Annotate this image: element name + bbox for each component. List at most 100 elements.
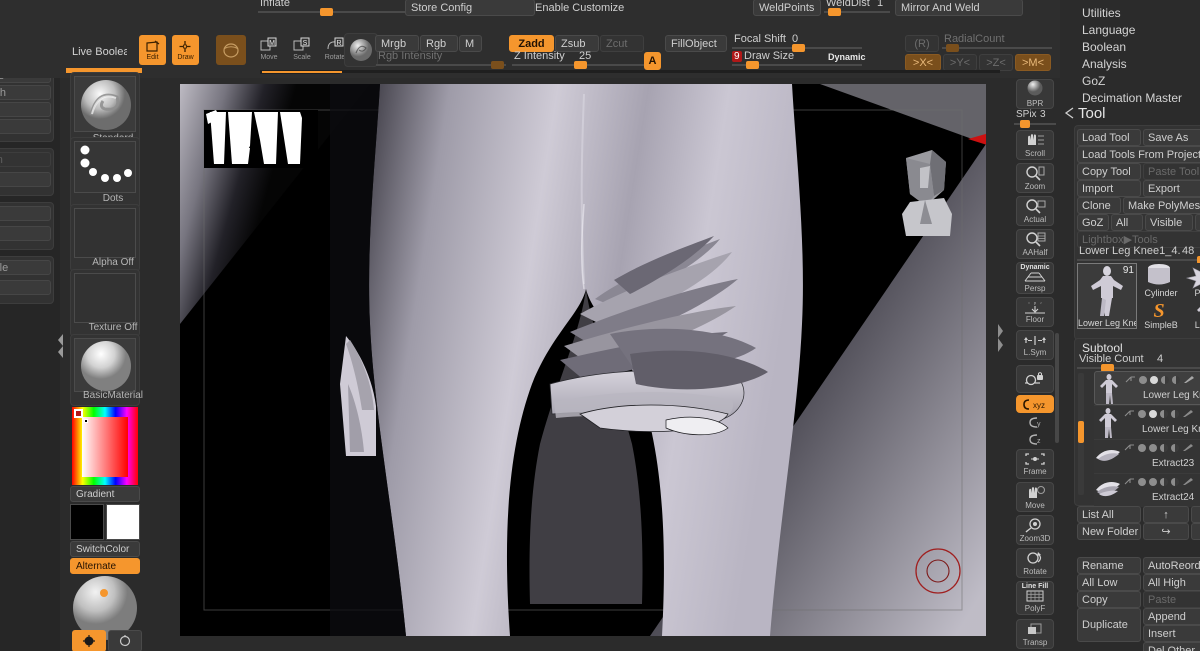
alpha-swatch[interactable]: [74, 208, 136, 258]
spix-slider[interactable]: SPix 3: [1014, 109, 1056, 128]
transparency-dot[interactable]: [1160, 477, 1168, 486]
switch-color-button[interactable]: SwitchColor: [70, 541, 140, 557]
polyframe-dot[interactable]: [1172, 375, 1180, 384]
primary-color-swatch[interactable]: [70, 504, 104, 540]
subtool-scroll-thumb[interactable]: [1078, 421, 1084, 443]
append-button[interactable]: Append: [1143, 608, 1200, 625]
light-back-button[interactable]: [108, 630, 142, 651]
left-shelf-item-visible[interactable]: Visible: [0, 260, 51, 275]
viewport-3d[interactable]: [180, 84, 986, 636]
brush-small-icon[interactable]: [1183, 375, 1195, 384]
left-shelf-item-blank-2[interactable]: [0, 119, 51, 134]
subtool-row-4-icons[interactable]: [1124, 477, 1194, 486]
rail-scrollbar[interactable]: [1055, 333, 1059, 443]
transparency-dot[interactable]: [1160, 409, 1168, 418]
clone-button[interactable]: Clone: [1077, 197, 1121, 214]
move-out-button[interactable]: ↪: [1143, 523, 1189, 540]
axis-x-button[interactable]: >X<: [905, 54, 941, 71]
left-shelf-item-blank-5[interactable]: [0, 280, 51, 295]
copy-button[interactable]: Copy: [1077, 591, 1141, 608]
aahalf-button[interactable]: AAHalf: [1016, 229, 1054, 259]
export-button[interactable]: Export: [1143, 180, 1200, 197]
rotate-3d-button[interactable]: Rotate: [1016, 548, 1054, 578]
left-shelf-item-polish[interactable]: Polish: [0, 85, 51, 100]
left-shelf-item-blank-1[interactable]: [0, 102, 51, 117]
subtool-row-2-icons[interactable]: [1124, 409, 1194, 418]
move-button[interactable]: M Move: [257, 37, 281, 65]
brush-swatch[interactable]: [74, 76, 136, 132]
edit-button[interactable]: Edit: [139, 35, 166, 65]
z-intensity-slider[interactable]: Z Intensity 25: [512, 50, 644, 69]
rgb-intensity-knob[interactable]: [491, 61, 504, 69]
draw-size-slider[interactable]: 9 Draw Size Dynamic: [732, 50, 866, 69]
alpha-a-button[interactable]: A: [644, 52, 661, 70]
transparency-dot[interactable]: [1161, 375, 1169, 384]
visible-count-slider[interactable]: Visible Count 4: [1077, 353, 1200, 372]
rotate-z-button[interactable]: z: [1016, 431, 1054, 448]
move-up-button[interactable]: ↑: [1143, 506, 1189, 523]
menu-analysis[interactable]: Analysis: [1082, 57, 1127, 71]
transp-button[interactable]: Transp: [1016, 619, 1054, 649]
load-tool-button[interactable]: Load Tool: [1077, 129, 1141, 146]
eye-icon[interactable]: [1124, 409, 1135, 418]
eye-icon[interactable]: [1124, 477, 1135, 486]
tool-thumb-active[interactable]: 91 Lower Leg Knee1: [1077, 263, 1137, 329]
move-in-button[interactable]: ↳: [1191, 523, 1200, 540]
texture-swatch[interactable]: [74, 273, 136, 323]
left-shelf-item-blank-4[interactable]: [0, 206, 51, 221]
scroll-button[interactable]: Scroll: [1016, 130, 1054, 160]
weld-dist-slider[interactable]: WeldDist 1: [824, 0, 890, 16]
transparency-dot[interactable]: [1160, 443, 1168, 452]
stroke-swatch[interactable]: [74, 141, 136, 193]
paste-button[interactable]: Paste: [1143, 591, 1200, 608]
radial-toggle-button[interactable]: (R): [905, 35, 939, 52]
move-3d-button[interactable]: Move: [1016, 482, 1054, 512]
subtool-row-3-icons[interactable]: [1124, 443, 1194, 452]
subtool-scroll-track[interactable]: [1078, 373, 1084, 495]
brush-small-icon[interactable]: [1182, 409, 1194, 418]
axis-y-button[interactable]: >Y<: [943, 54, 977, 71]
menu-decimation-master[interactable]: Decimation Master: [1082, 91, 1182, 105]
visibility-dot[interactable]: [1138, 409, 1146, 418]
list-all-button[interactable]: List All: [1077, 506, 1141, 523]
menu-boolean[interactable]: Boolean: [1082, 40, 1126, 54]
spix-knob[interactable]: [1020, 120, 1030, 128]
insert-button[interactable]: Insert: [1143, 625, 1200, 642]
axis-m-button[interactable]: >M<: [1015, 54, 1051, 71]
import-button[interactable]: Import: [1077, 180, 1141, 197]
alpha-slot[interactable]: Alpha Off: [70, 204, 140, 272]
solo-dot[interactable]: [1149, 409, 1157, 418]
texture-slot[interactable]: Texture Off: [70, 269, 140, 337]
make-polymesh3d-button[interactable]: Make PolyMesh3D: [1123, 197, 1200, 214]
persp-button[interactable]: Dynamic Persp: [1016, 262, 1054, 294]
menu-goz[interactable]: GoZ: [1082, 74, 1105, 88]
polyframe-dot[interactable]: [1171, 409, 1179, 418]
duplicate-button[interactable]: Duplicate: [1077, 608, 1141, 642]
tool-thumb-lower[interactable]: Lower: [1185, 299, 1200, 330]
store-config-button[interactable]: Store Config: [405, 0, 535, 16]
zoom-button[interactable]: Zoom: [1016, 163, 1054, 193]
tool-thumb-simpleb[interactable]: S SimpleB: [1139, 299, 1183, 330]
subtool-row-4[interactable]: Extract24: [1094, 473, 1200, 507]
xyz-button[interactable]: xyz: [1016, 395, 1054, 413]
frame-button[interactable]: Frame: [1016, 449, 1054, 479]
inflate-slider[interactable]: Inflate: [258, 0, 408, 16]
color-picker-cursor[interactable]: [84, 419, 88, 423]
stroke-slot[interactable]: Dots: [70, 137, 140, 209]
z-intensity-knob[interactable]: [574, 61, 587, 69]
scale-button[interactable]: S Scale: [290, 37, 314, 65]
viewport-scroll-handle[interactable]: [996, 320, 1004, 356]
radial-count-knob[interactable]: [946, 44, 959, 52]
eye-icon[interactable]: [1125, 375, 1136, 384]
auto-reorder-button[interactable]: AutoReorder: [1143, 557, 1200, 574]
polyframe-dot[interactable]: [1171, 477, 1179, 486]
material-slot[interactable]: BasicMaterial: [70, 334, 143, 406]
secondary-color-swatch[interactable]: [106, 504, 140, 540]
material-swatch[interactable]: [74, 338, 136, 392]
current-tool-slider[interactable]: Lower Leg Knee1_4. 48: [1077, 245, 1200, 264]
visible-button[interactable]: Visible: [1145, 214, 1193, 231]
visibility-dot[interactable]: [1138, 443, 1146, 452]
zoom3d-button[interactable]: Zoom3D: [1016, 515, 1054, 545]
current-brush-preview[interactable]: [344, 33, 378, 67]
all-low-button[interactable]: All Low: [1077, 574, 1141, 591]
